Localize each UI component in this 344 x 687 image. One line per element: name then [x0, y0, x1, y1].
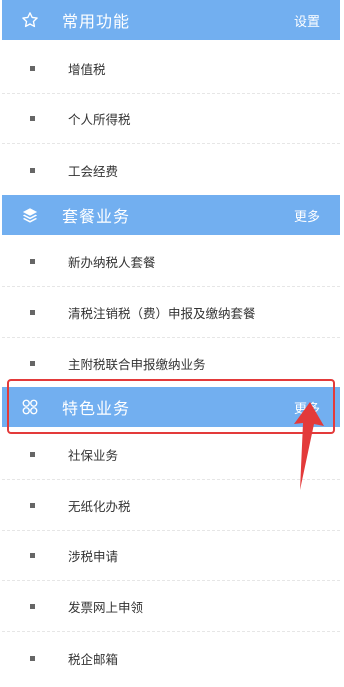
menu-item-label: 工会经费	[68, 163, 119, 179]
bullet-icon	[30, 310, 35, 315]
bullet-icon	[30, 360, 35, 366]
menu-item-income-tax[interactable]: 个人所得税	[2, 94, 340, 144]
menu-item-label: 涉税申请	[68, 549, 119, 564]
menu-item-tax-application[interactable]: 涉税申请	[2, 531, 340, 581]
menu-item-label: 新办纳税人套餐	[68, 255, 156, 270]
menu-item-union-fee[interactable]: 工会经费	[2, 145, 340, 195]
menu-item-label: 主附税联合申报缴纳业务	[68, 356, 206, 372]
menu-item-paperless-tax[interactable]: 无纸化办税	[2, 481, 340, 531]
menu-item-label: 税企邮箱	[68, 651, 119, 667]
four-circles-icon	[20, 397, 40, 417]
menu-item-joint-declaration[interactable]: 主附税联合申报缴纳业务	[2, 338, 340, 388]
menu-item-vat[interactable]: 增值税	[2, 44, 340, 94]
bullet-icon	[30, 503, 35, 508]
bullet-icon	[30, 604, 35, 609]
more-link[interactable]: 更多	[294, 398, 320, 417]
settings-link[interactable]: 设置	[294, 11, 320, 30]
layers-icon	[20, 205, 40, 225]
menu-item-deregistration-package[interactable]: 清税注销税（费）申报及缴纳套餐	[2, 288, 340, 338]
section-header-special-business[interactable]: 特色业务 更多	[2, 387, 340, 427]
bullet-icon	[30, 452, 35, 457]
menu-item-tax-mailbox[interactable]: 税企邮箱	[2, 633, 340, 683]
more-link[interactable]: 更多	[294, 206, 320, 225]
section-title: 特色业务	[62, 399, 131, 418]
section-title: 套餐业务	[62, 207, 131, 226]
star-icon	[20, 10, 40, 30]
menu-item-label: 发票网上申领	[68, 600, 144, 615]
section-title: 常用功能	[62, 12, 131, 31]
bullet-icon	[30, 553, 35, 558]
section-header-package-business[interactable]: 套餐业务 更多	[2, 195, 340, 235]
bullet-icon	[30, 116, 35, 121]
bullet-icon	[30, 655, 35, 661]
bullet-icon	[30, 66, 35, 71]
bullet-icon	[30, 167, 35, 173]
menu-item-new-taxpayer-package[interactable]: 新办纳税人套餐	[2, 237, 340, 287]
menu-item-label: 增值税	[68, 62, 106, 77]
function-menu-panel: 常用功能 设置 增值税 个人所得税 工会经费 套餐业务 更多 新办纳税人套餐 清…	[0, 0, 344, 687]
menu-item-label: 清税注销税（费）申报及缴纳套餐	[68, 306, 256, 321]
menu-item-label: 社保业务	[68, 448, 119, 463]
section-header-common-functions[interactable]: 常用功能 设置	[2, 0, 340, 40]
bullet-icon	[30, 259, 35, 264]
menu-item-invoice-online[interactable]: 发票网上申领	[2, 582, 340, 632]
menu-item-label: 无纸化办税	[68, 499, 131, 514]
menu-item-social-security[interactable]: 社保业务	[2, 430, 340, 480]
menu-item-label: 个人所得税	[68, 112, 131, 127]
